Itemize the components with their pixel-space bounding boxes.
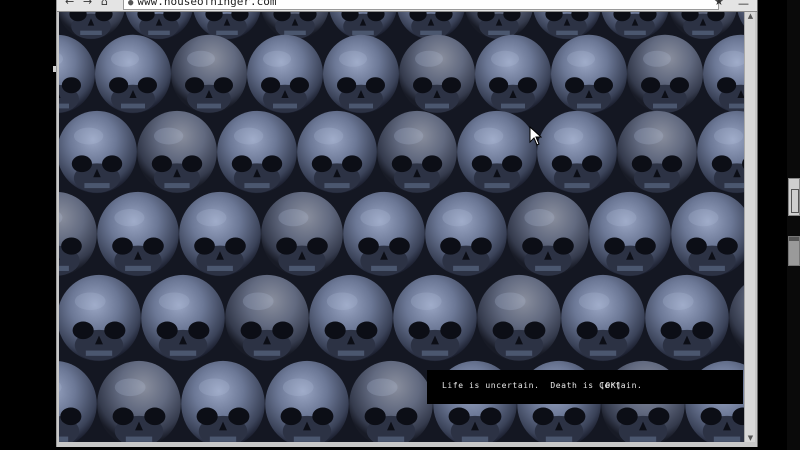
skull-shape	[399, 34, 475, 114]
home-icon[interactable]: ⌂	[101, 0, 108, 8]
scroll-up-icon[interactable]: ▲	[746, 12, 755, 20]
address-bar[interactable]: ● www.houseofhinger.com	[123, 0, 719, 10]
ok-button[interactable]: [OK]	[600, 381, 622, 390]
skull-shape	[137, 110, 217, 194]
skull-shape	[477, 274, 561, 362]
skull-shape	[551, 34, 627, 114]
back-arrow-icon[interactable]: ←	[65, 0, 74, 8]
skull-shape	[377, 110, 457, 194]
skull-shape	[59, 274, 141, 362]
skull-shape	[457, 110, 537, 194]
skull-shape	[141, 274, 225, 362]
skull-shape	[179, 191, 261, 277]
desktop-left-strip	[0, 0, 57, 450]
skull-shape	[627, 34, 703, 114]
skull-shape	[59, 110, 137, 194]
skull-shape	[425, 191, 507, 277]
skull-shape	[297, 110, 377, 194]
skull-shape	[537, 110, 617, 194]
skull-shape	[171, 34, 247, 114]
url-text: www.houseofhinger.com	[137, 0, 277, 8]
skull-shape	[589, 191, 671, 277]
scroll-down-icon[interactable]: ▼	[746, 434, 755, 442]
page-viewport[interactable]: Life is uncertain. Death is Certain. [OK…	[59, 12, 745, 442]
skull-shape	[95, 34, 171, 114]
vertical-scrollbar[interactable]: ▲ ▼	[744, 12, 755, 442]
skull-shape	[97, 191, 179, 277]
star-icon[interactable]: ★	[714, 0, 724, 8]
skull-shape	[247, 34, 323, 114]
skull-shape	[645, 274, 729, 362]
background-window-edge	[787, 0, 800, 450]
background-window-fragment[interactable]	[788, 178, 800, 216]
skull-shape	[561, 274, 645, 362]
skull-shape	[217, 110, 297, 194]
skull-shape	[309, 274, 393, 362]
globe-icon: ●	[128, 0, 134, 8]
skull-shape	[475, 34, 551, 114]
forward-arrow-icon[interactable]: →	[83, 0, 92, 8]
minimize-icon[interactable]: —	[738, 0, 749, 10]
browser-window: ← → ⌂ ● www.houseofhinger.com ★ — Life i…	[56, 0, 758, 447]
mouse-pointer-icon	[529, 126, 542, 146]
skull-shape	[225, 274, 309, 362]
browser-toolbar: ← → ⌂ ● www.houseofhinger.com ★ —	[57, 0, 757, 12]
skull-shape	[507, 191, 589, 277]
skull-shape	[343, 191, 425, 277]
alert-dialog: Life is uncertain. Death is Certain. [OK…	[427, 370, 743, 404]
skull-shape	[393, 274, 477, 362]
background-window-fragment-2[interactable]	[788, 236, 800, 266]
skull-shape	[617, 110, 697, 194]
skull-shape	[261, 191, 343, 277]
skull-shape	[323, 34, 399, 114]
